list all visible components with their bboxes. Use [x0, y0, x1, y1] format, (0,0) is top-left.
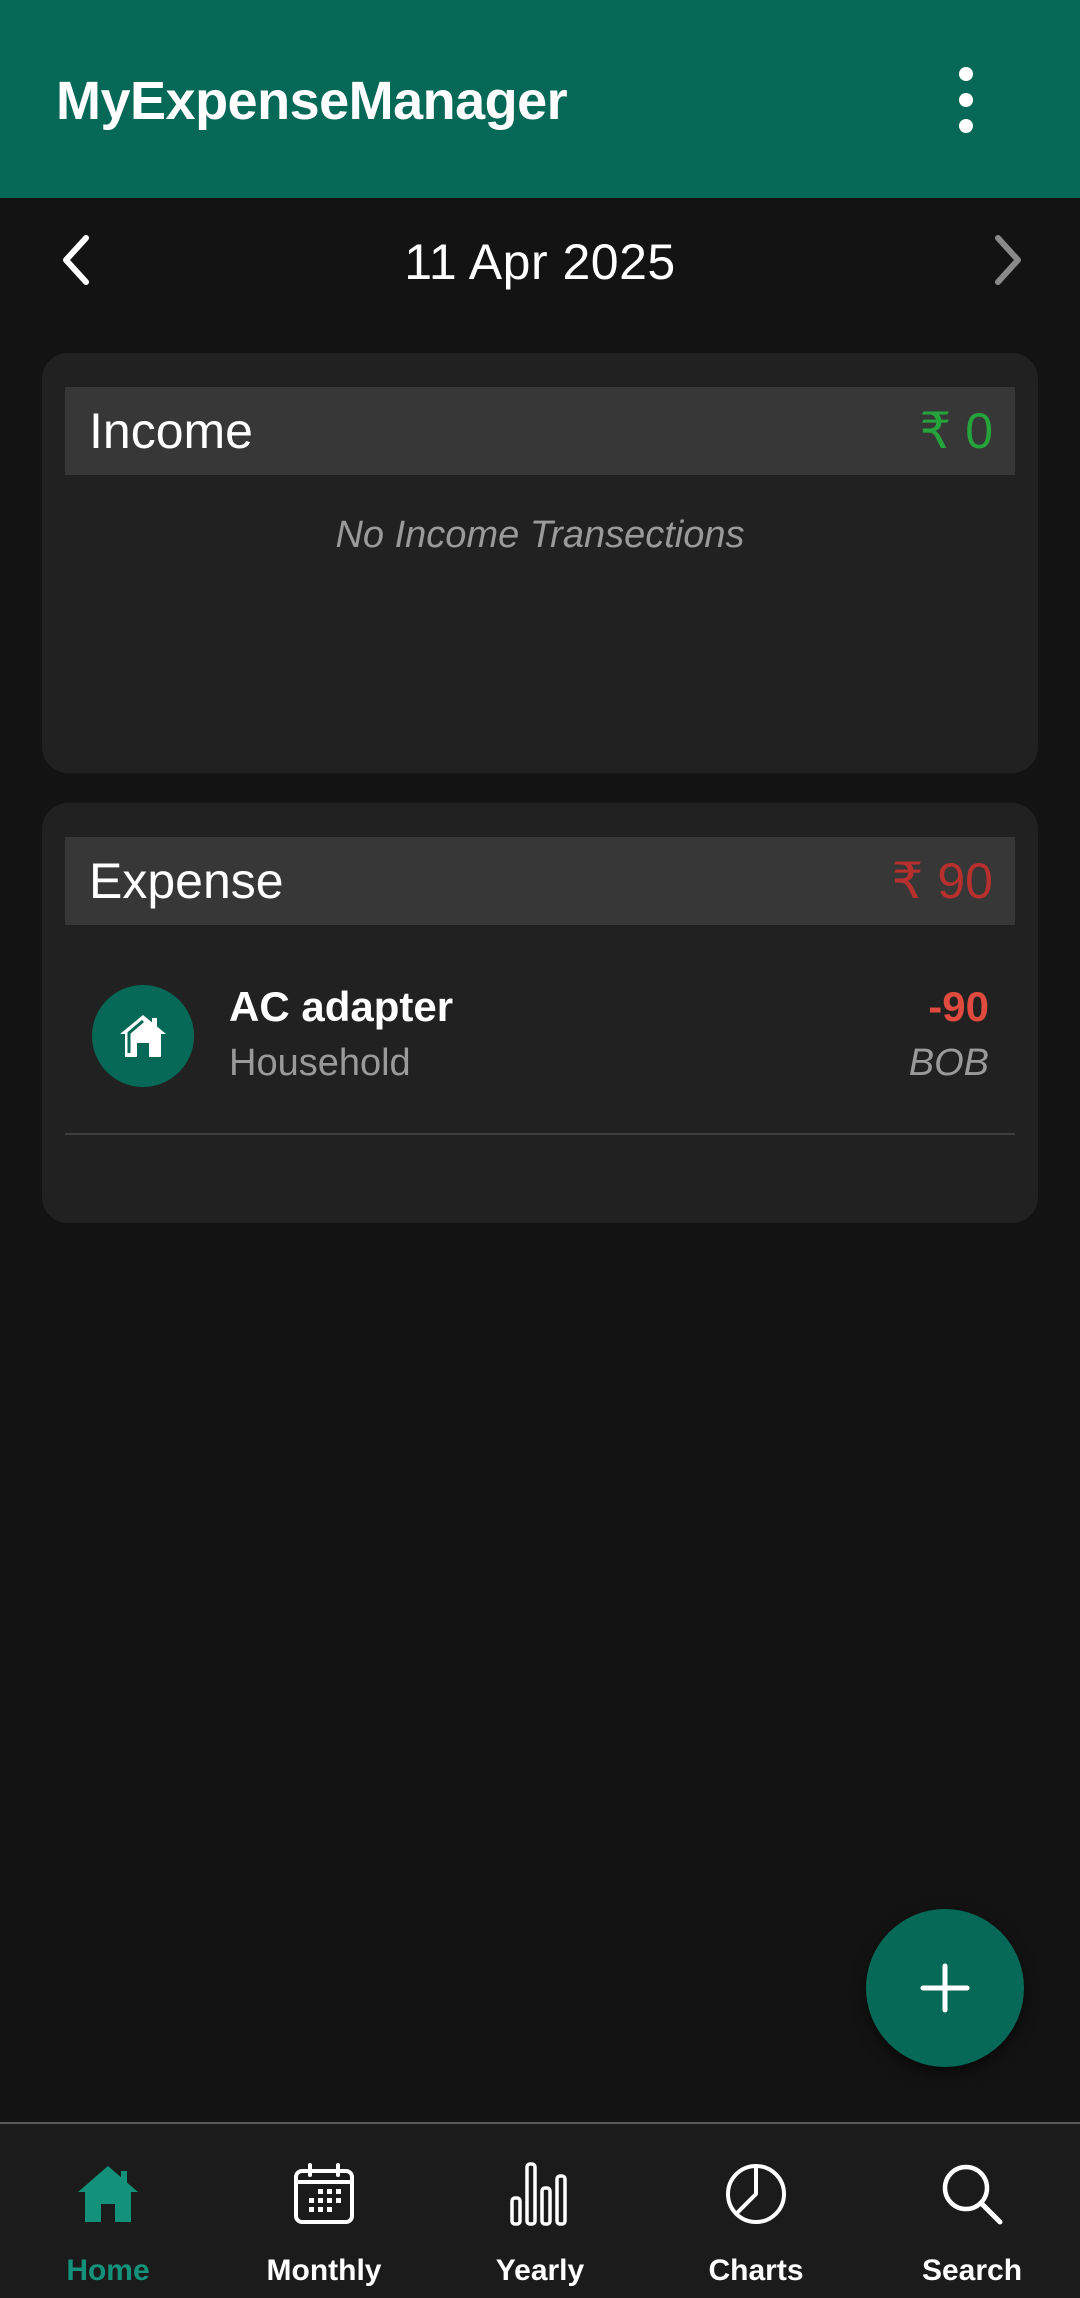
nav-charts-label: Charts	[708, 2254, 804, 2287]
transaction-title: AC adapter	[229, 983, 454, 1030]
plus-icon	[920, 1963, 970, 2013]
search-icon	[942, 2164, 1003, 2225]
nav-yearly[interactable]: Yearly	[432, 2124, 648, 2298]
app-bar: MyExpenseManager	[0, 0, 1080, 198]
nav-monthly-label: Monthly	[266, 2254, 382, 2287]
income-total: ₹ 0	[919, 403, 993, 459]
home-icon	[78, 2166, 138, 2222]
nav-search-label: Search	[921, 2254, 1023, 2287]
nav-monthly[interactable]: Monthly	[216, 2124, 432, 2298]
current-date[interactable]: 11 Apr 2025	[240, 234, 840, 290]
income-title: Income	[89, 403, 253, 459]
pie-chart-icon	[726, 2164, 786, 2224]
next-day-button[interactable]	[976, 230, 1036, 290]
nav-home-label: Home	[66, 2254, 150, 2287]
more-vert-icon	[959, 67, 973, 133]
more-options-button[interactable]	[936, 62, 996, 138]
calendar-icon	[294, 2163, 354, 2224]
chevron-right-icon	[995, 235, 1021, 285]
nav-home[interactable]: Home	[0, 2124, 216, 2298]
nav-charts[interactable]: Charts	[648, 2124, 864, 2298]
expense-card: Expense ₹ 90 AC adapter Household -90 BO…	[42, 803, 1038, 1223]
income-empty-message: No Income Transections	[335, 514, 745, 556]
nav-yearly-label: Yearly	[495, 2254, 585, 2287]
category-icon-badge	[92, 985, 194, 1087]
income-card: Income ₹ 0 No Income Transections	[42, 353, 1038, 773]
expense-total: ₹ 90	[891, 853, 993, 909]
transaction-category: Household	[229, 1042, 411, 1084]
transaction-row[interactable]: AC adapter Household -90 BOB	[65, 953, 1015, 1135]
house-icon	[120, 1015, 166, 1057]
expense-header: Expense ₹ 90	[65, 837, 1015, 925]
bottom-navigation: Home Monthly Yearly Charts Search	[0, 2122, 1080, 2298]
add-transaction-button[interactable]	[866, 1909, 1024, 2067]
bar-chart-icon	[510, 2162, 567, 2226]
date-navigator: 11 Apr 2025	[0, 198, 1080, 328]
transaction-account: BOB	[908, 1042, 989, 1084]
transaction-amount: -90	[928, 983, 989, 1030]
chevron-left-icon	[63, 235, 89, 285]
expense-title: Expense	[89, 853, 284, 909]
income-header: Income ₹ 0	[65, 387, 1015, 475]
app-title: MyExpenseManager	[56, 71, 568, 131]
nav-search[interactable]: Search	[864, 2124, 1080, 2298]
previous-day-button[interactable]	[48, 230, 108, 290]
